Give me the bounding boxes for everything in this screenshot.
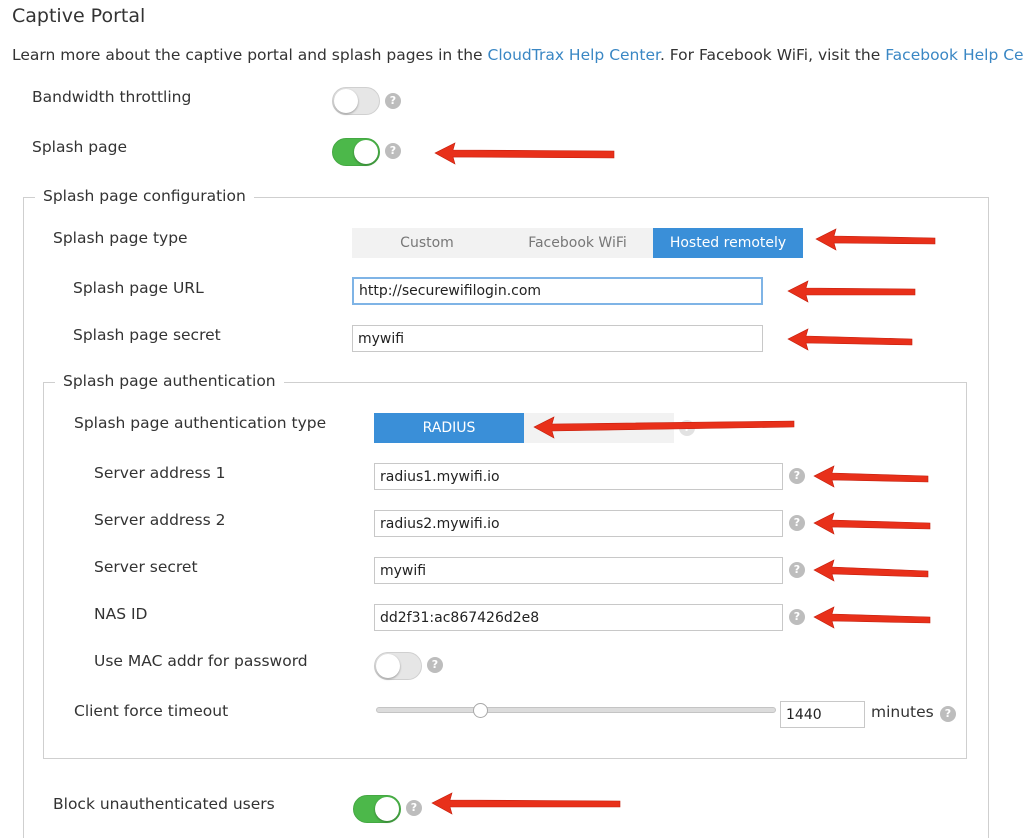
red-arrow-icon xyxy=(815,228,936,251)
red-arrow-icon xyxy=(787,328,913,351)
red-arrow-icon xyxy=(813,465,929,488)
red-arrow-icon xyxy=(533,416,795,439)
annotation-layer xyxy=(431,142,936,815)
red-arrow-icon xyxy=(431,792,621,815)
red-arrow-icon xyxy=(787,280,916,303)
red-arrow-icon xyxy=(813,559,929,582)
red-arrow-icon xyxy=(813,606,931,629)
red-arrow-icon xyxy=(434,142,615,165)
red-arrow-icon xyxy=(813,512,931,535)
